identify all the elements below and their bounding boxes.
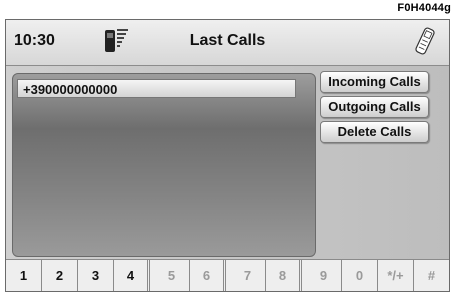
key-5[interactable]: 5 — [154, 260, 190, 291]
figure-code: F0H4044g — [397, 2, 451, 14]
numeric-keypad: 1 2 3 4 5 6 7 8 9 0 */+ # — [6, 259, 449, 291]
key-star-plus[interactable]: */+ — [378, 260, 414, 291]
page-title: Last Calls — [189, 32, 266, 49]
calls-list: +390000000000 — [12, 73, 316, 257]
key-0[interactable]: 0 — [342, 260, 378, 291]
key-9[interactable]: 9 — [306, 260, 342, 291]
handset-icon[interactable] — [415, 24, 435, 63]
outgoing-calls-button[interactable]: Outgoing Calls — [320, 96, 429, 118]
key-6[interactable]: 6 — [190, 260, 226, 291]
key-hash[interactable]: # — [414, 260, 449, 291]
delete-calls-button[interactable]: Delete Calls — [320, 121, 429, 143]
incoming-calls-button[interactable]: Incoming Calls — [320, 71, 429, 93]
key-3[interactable]: 3 — [78, 260, 114, 291]
content-area: +390000000000 Incoming Calls Outgoing Ca… — [6, 66, 449, 259]
key-8[interactable]: 8 — [266, 260, 302, 291]
list-item[interactable]: +390000000000 — [17, 79, 296, 98]
status-bar: 10:30 Last Calls — [6, 20, 449, 66]
key-4[interactable]: 4 — [114, 260, 150, 291]
key-2[interactable]: 2 — [42, 260, 78, 291]
key-7[interactable]: 7 — [230, 260, 266, 291]
display-screen: 10:30 Last Calls +390000000000 Incoming … — [5, 19, 450, 292]
key-1[interactable]: 1 — [6, 260, 42, 291]
